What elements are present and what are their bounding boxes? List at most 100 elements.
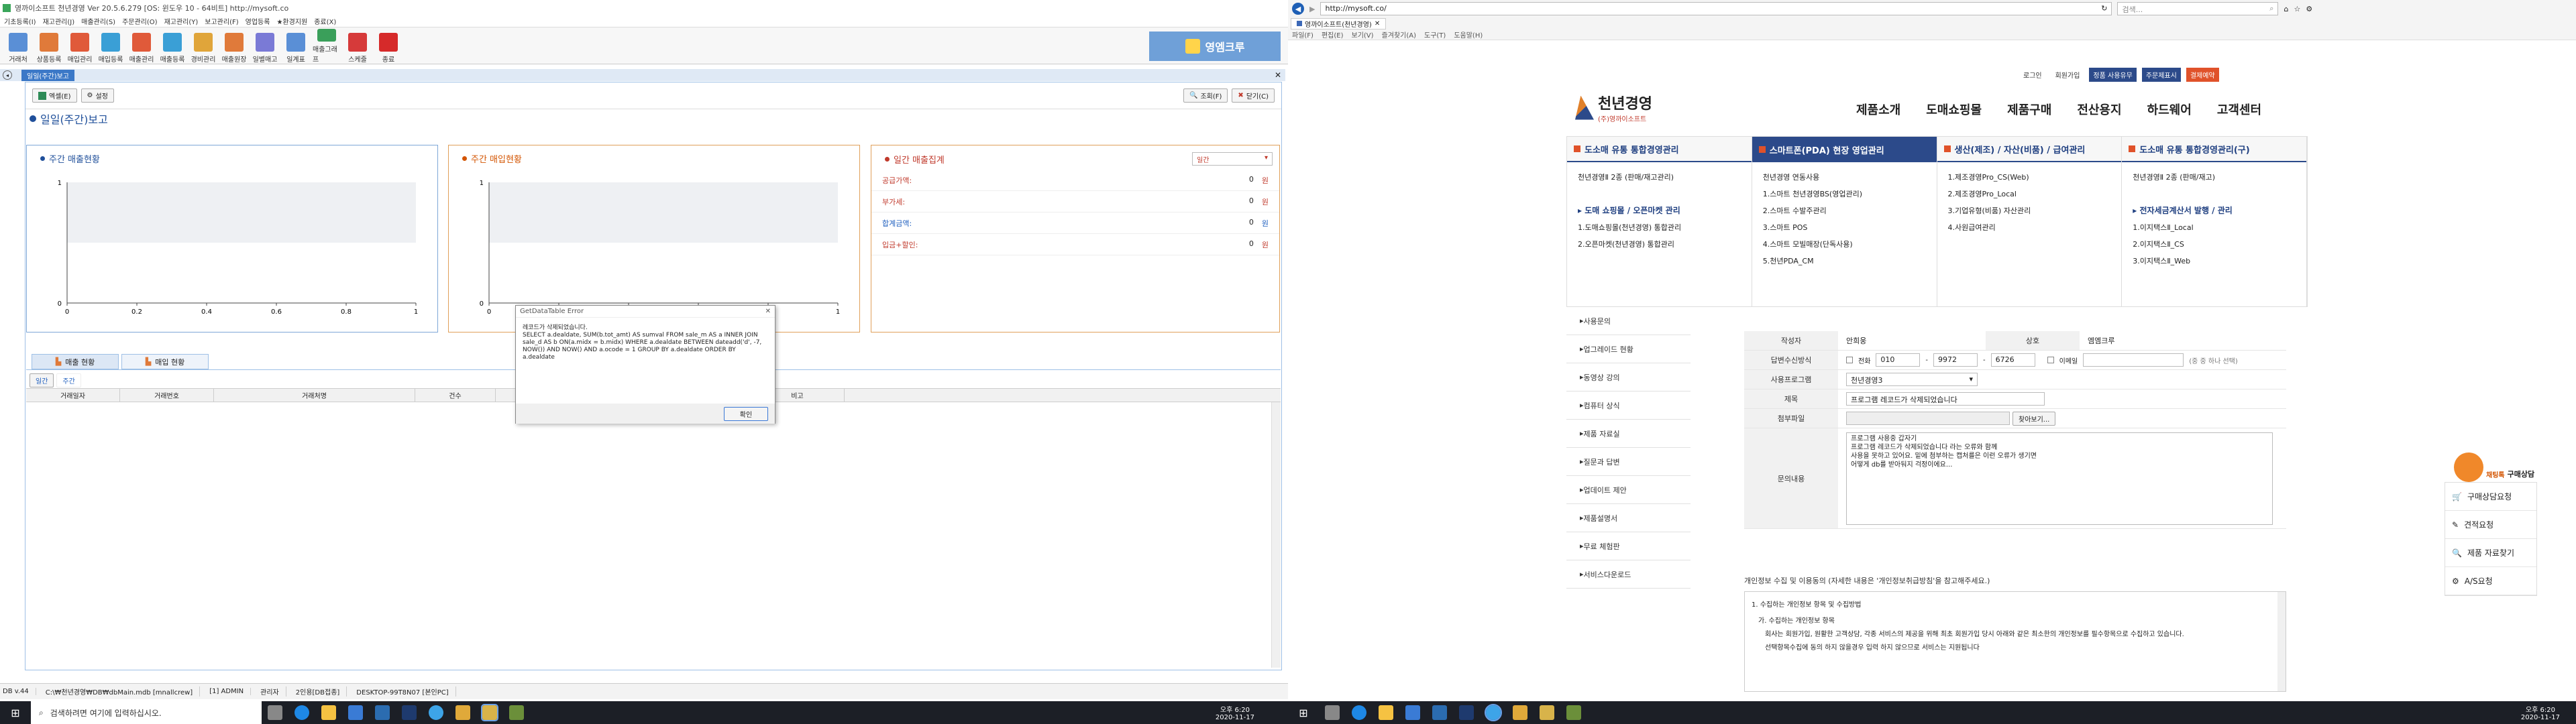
phone3-input[interactable]: 6726	[1990, 353, 2035, 367]
category-item[interactable]: ▸ 도매 쇼핑몰 / 오픈마켓 관리	[1578, 202, 1752, 219]
store-icon[interactable]	[348, 705, 363, 720]
tab-close-icon[interactable]: ✕	[1375, 20, 1380, 27]
sidebar-link[interactable]: ▸ 질문과 답변	[1566, 448, 1690, 476]
consult-item[interactable]: 🔍 제품 자료찾기	[2445, 539, 2536, 567]
mail-icon[interactable]	[375, 705, 390, 720]
windows-start-icon[interactable]: ⊞	[0, 707, 31, 719]
menu-item[interactable]: 기초등록(I)	[4, 16, 36, 27]
category-item[interactable]: 1.도매쇼핑몰(천년경영) 통합관리	[1578, 219, 1752, 236]
category-item[interactable]: 천년경영 연동사용	[1763, 169, 1937, 186]
grid-column-header[interactable]: 거래번호	[120, 389, 214, 402]
category-item[interactable]: 천년경영Ⅱ 2종 (판매/재고관리)	[1578, 169, 1752, 186]
topnav-link[interactable]: 주문제표시	[2141, 68, 2181, 82]
category-item[interactable]: 4.사원급여관리	[1948, 219, 2122, 236]
app-icon[interactable]	[1566, 705, 1581, 720]
forward-icon[interactable]: ▶	[1309, 5, 1315, 13]
mainnav-link[interactable]: 하드웨어	[2147, 101, 2192, 118]
app-icon[interactable]	[455, 705, 470, 720]
excel-button[interactable]: 엑셀(E)	[32, 88, 77, 103]
sidebar-link[interactable]: ▸ 무료 체험판	[1566, 532, 1690, 560]
toolbar-button[interactable]: 매출등록	[158, 29, 186, 64]
tab-daily-report[interactable]: 일일(주간)보고	[21, 69, 75, 81]
topnav-link[interactable]: 회원가입	[2051, 68, 2084, 82]
content-textarea[interactable]: 프로그램 사용중 갑자기 프로그램 레코드가 삭제되었습니다 라는 오류와 함께…	[1846, 432, 2273, 525]
menu-item[interactable]: 재고관리(J)	[43, 16, 75, 27]
app-icon[interactable]	[1540, 705, 1554, 720]
windows-start-icon[interactable]: ⊞	[1288, 707, 1319, 719]
doc-close-icon[interactable]: ✕	[1275, 70, 1281, 80]
file-explorer-icon[interactable]	[1379, 705, 1393, 720]
category-item[interactable]: 2.이지택스Ⅱ_CS	[2133, 236, 2306, 253]
close-button[interactable]: ✖ 닫기(C)	[1232, 88, 1275, 103]
email-checkbox[interactable]	[2047, 357, 2054, 363]
ie-icon[interactable]	[1485, 704, 1502, 721]
mainnav-link[interactable]: 제품구매	[2007, 101, 2051, 118]
category-item[interactable]	[1578, 186, 1752, 202]
gear-icon[interactable]: ⚙	[2306, 5, 2312, 13]
settings-button[interactable]: ⚙ 설정	[80, 88, 114, 103]
category-item[interactable]: 2.스마트 수발주관리	[1763, 202, 1937, 219]
tab-sales-status[interactable]: ▙ 매출 현황	[32, 354, 119, 369]
attachment-input[interactable]	[1846, 411, 2010, 425]
star-icon[interactable]: ☆	[2294, 5, 2300, 13]
edge-icon[interactable]	[1352, 705, 1366, 720]
subject-input[interactable]: 프로그램 레코드가 삭제되었습니다	[1846, 392, 2045, 406]
subtab-weekly[interactable]: 주간	[56, 373, 81, 387]
category-item[interactable]: 2.오픈마켓(천년경영) 통합관리	[1578, 236, 1752, 253]
browse-button[interactable]: 찾아보기...	[2012, 411, 2056, 426]
menu-item[interactable]: 영업등록	[246, 16, 270, 27]
sidebar-link[interactable]: ▸ 제품설명서	[1566, 504, 1690, 532]
topnav-link[interactable]: 정품 사용유무	[2089, 68, 2137, 82]
toolbar-button[interactable]: 거래처	[4, 29, 32, 64]
sidebar-link[interactable]: ▸ 사용문의	[1566, 307, 1690, 335]
sidebar-link[interactable]: ▸ 업데이트 제안	[1566, 476, 1690, 504]
toolbar-button[interactable]: 일별매고	[251, 29, 279, 64]
store-icon[interactable]	[1405, 705, 1420, 720]
category-header[interactable]: 스마트폰(PDA) 현장 영업관리	[1752, 137, 1937, 162]
category-item[interactable]: 3.스마트 POS	[1763, 219, 1937, 236]
menu-item[interactable]: ★환경지원	[276, 16, 307, 27]
sidebar-link[interactable]: ▸ 컴퓨터 상식	[1566, 391, 1690, 420]
grid-column-header[interactable]: 건수	[415, 389, 496, 402]
back-icon[interactable]: ◀	[1292, 3, 1304, 15]
browser-menu-item[interactable]: 즐겨찾기(A)	[1382, 29, 1416, 40]
phone1-input[interactable]: 010	[1876, 353, 1921, 367]
brand-tab[interactable]: 영엠크루	[1149, 32, 1281, 61]
photoshop-icon[interactable]	[402, 705, 417, 720]
category-header[interactable]: 도소매 유통 통합경영관리(구)	[2122, 137, 2306, 162]
category-item[interactable]: 천년경영Ⅱ 2종 (판매/재고)	[2133, 169, 2306, 186]
toolbar-button[interactable]: 매출원장	[220, 29, 248, 64]
menu-item[interactable]: 재고관리(Y)	[164, 16, 199, 27]
sidebar-link[interactable]: ▸ 제품 자료실	[1566, 420, 1690, 448]
mainnav-link[interactable]: 도매쇼핑몰	[1926, 101, 1982, 118]
toolbar-button[interactable]: 종료	[374, 29, 402, 64]
toolbar-button[interactable]: 경비관리	[189, 29, 217, 64]
category-header[interactable]: 생산(제조) / 자산(비품) / 급여관리	[1937, 137, 2122, 162]
mail-icon[interactable]	[1432, 705, 1447, 720]
privacy-scrollbar[interactable]	[2277, 592, 2286, 691]
menu-item[interactable]: 매출관리(S)	[81, 16, 115, 27]
app-icon[interactable]	[1513, 705, 1527, 720]
consult-item[interactable]: ⚙ A/S요청	[2445, 567, 2536, 595]
browser-menu-item[interactable]: 편집(E)	[1322, 29, 1344, 40]
consult-item[interactable]: ✎ 견적요청	[2445, 511, 2536, 539]
browser-tab[interactable]: 영까이소프트(천년경영) ✕	[1291, 17, 1387, 29]
mainnav-link[interactable]: 제품소개	[1856, 101, 1900, 118]
category-item[interactable]: 1.스마트 천년경영BS(영업관리)	[1763, 186, 1937, 202]
topnav-link[interactable]: 결제예약	[2186, 68, 2219, 82]
taskbar-search[interactable]: ⌕ 검색하려면 여기에 입력하십시오.	[31, 701, 262, 724]
phone-checkbox[interactable]	[1846, 357, 1853, 363]
period-select[interactable]: 일간 ▾	[1192, 152, 1273, 166]
email-input[interactable]	[2083, 353, 2184, 367]
toolbar-button[interactable]: 매입관리	[66, 29, 94, 64]
topnav-link[interactable]: 로그인	[2019, 68, 2046, 82]
toolbar-button[interactable]: 상품등록	[35, 29, 63, 64]
task-view-icon[interactable]	[1325, 705, 1340, 720]
browser-search-field[interactable]: 검색... ⌕	[2117, 2, 2279, 15]
browser-menu-item[interactable]: 파일(F)	[1292, 29, 1313, 40]
browser-menu-item[interactable]: 보기(V)	[1352, 29, 1374, 40]
grid-scrollbar[interactable]	[1271, 402, 1281, 668]
category-item[interactable]	[2133, 186, 2306, 202]
search-button[interactable]: 🔍 조회(F)	[1183, 88, 1228, 103]
site-logo[interactable]: 천년경영 (주)영까이소프트	[1575, 92, 1652, 123]
